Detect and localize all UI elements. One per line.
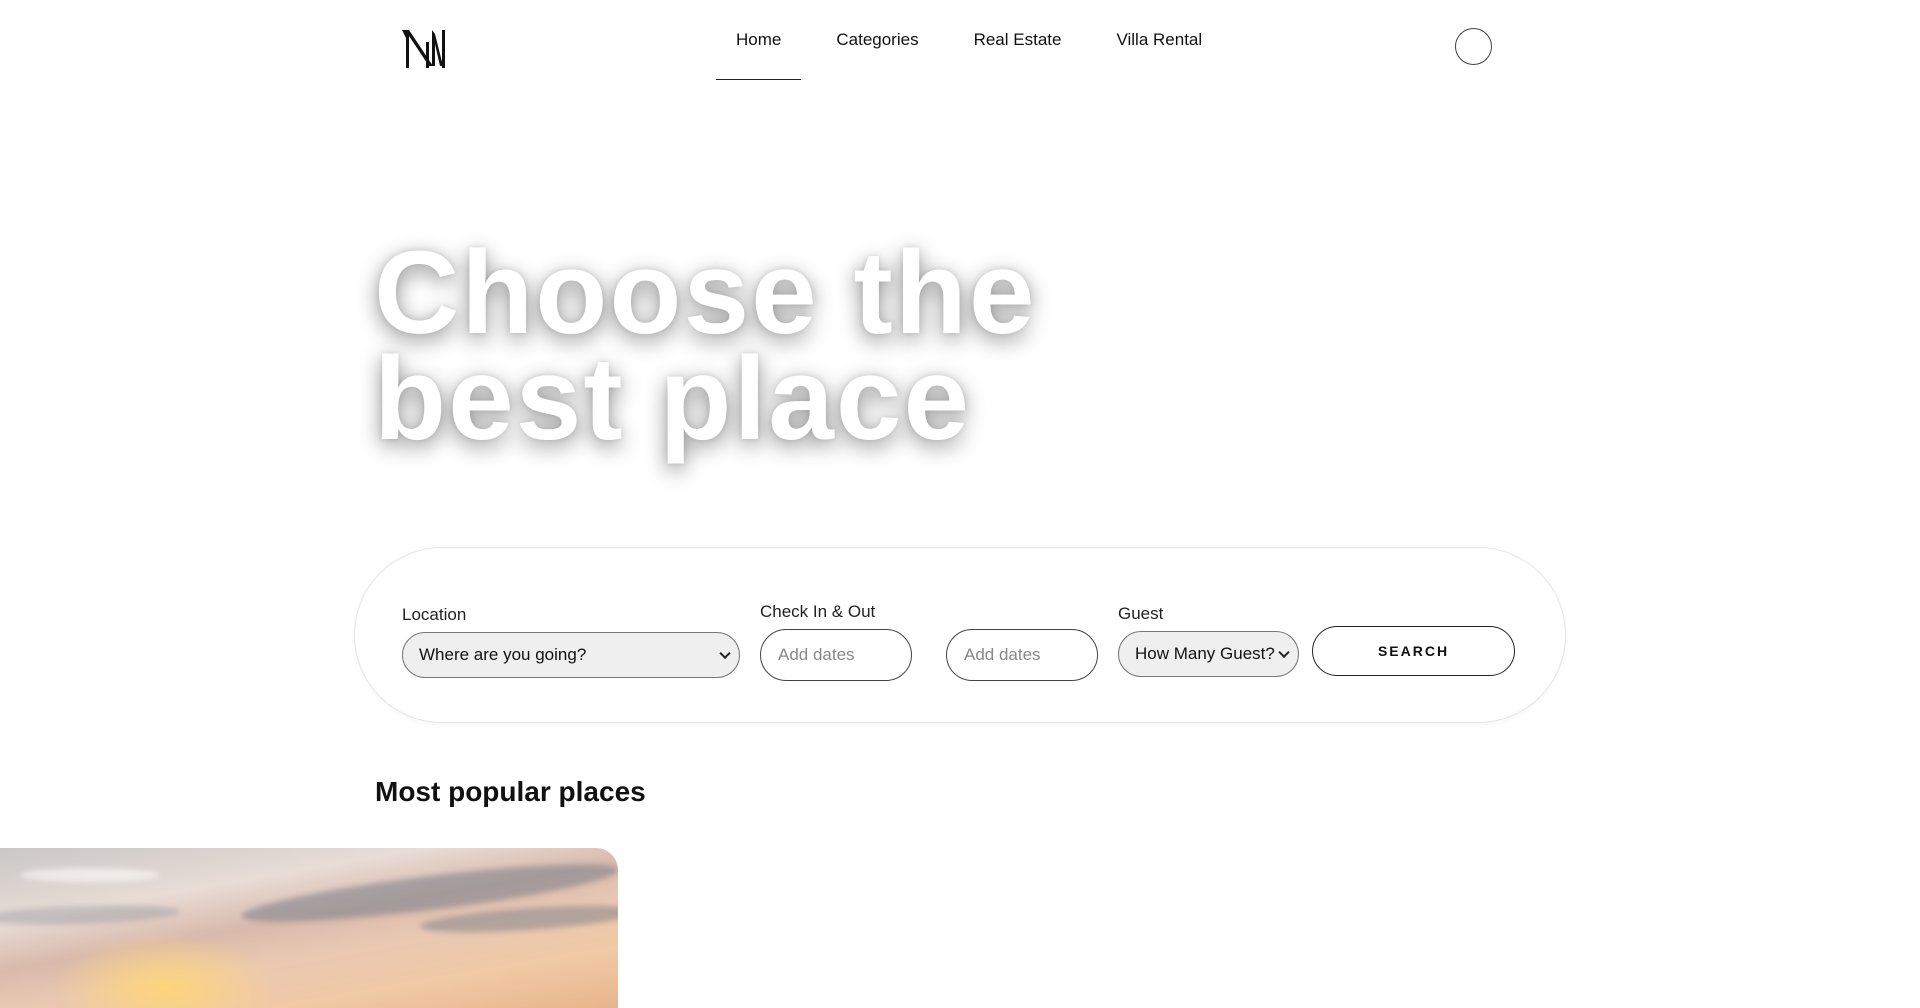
guest-select-value: How Many Guest?: [1135, 644, 1275, 663]
brand-logo[interactable]: [399, 28, 451, 72]
nav-categories-label: Categories: [836, 30, 919, 49]
location-label: Location: [402, 605, 467, 624]
nav-villa-rental[interactable]: Villa Rental: [1096, 0, 1222, 80]
search-button[interactable]: SEARCH: [1312, 626, 1515, 676]
place-card-image[interactable]: [0, 848, 618, 1008]
site-header: Home Categories Real Estate Villa Rental: [0, 0, 1920, 80]
nav-real-estate[interactable]: Real Estate: [954, 0, 1082, 80]
nav-villa-rental-label: Villa Rental: [1116, 30, 1203, 49]
cloud-shape: [20, 868, 160, 882]
chevron-down-icon: [1278, 646, 1290, 659]
section-title-popular: Most popular places: [375, 776, 646, 807]
hero-title-line-1: Choose the: [374, 227, 1037, 359]
hero-title-line-2: best place: [374, 333, 972, 465]
main-nav: Home Categories Real Estate Villa Rental: [716, 0, 1237, 80]
nav-home-label: Home: [736, 30, 782, 49]
logo-icon: [402, 30, 445, 68]
check-in-out-label: Check In & Out: [760, 602, 876, 621]
check-in-input[interactable]: Add dates: [760, 629, 912, 681]
nav-home[interactable]: Home: [716, 0, 802, 80]
hero-title: Choose the best place: [374, 227, 1037, 465]
check-out-placeholder: Add dates: [964, 645, 1041, 664]
nav-real-estate-label: Real Estate: [973, 30, 1062, 49]
check-in-placeholder: Add dates: [778, 645, 855, 664]
check-out-input[interactable]: Add dates: [946, 629, 1098, 681]
chevron-down-icon: [719, 647, 731, 660]
nav-categories[interactable]: Categories: [816, 0, 938, 80]
guest-select[interactable]: How Many Guest?: [1118, 631, 1299, 677]
location-select-value: Where are you going?: [419, 645, 587, 664]
location-select[interactable]: Where are you going?: [402, 632, 740, 678]
guest-label: Guest: [1118, 604, 1164, 623]
user-avatar[interactable]: [1455, 28, 1492, 65]
cloud-shape: [0, 902, 181, 928]
